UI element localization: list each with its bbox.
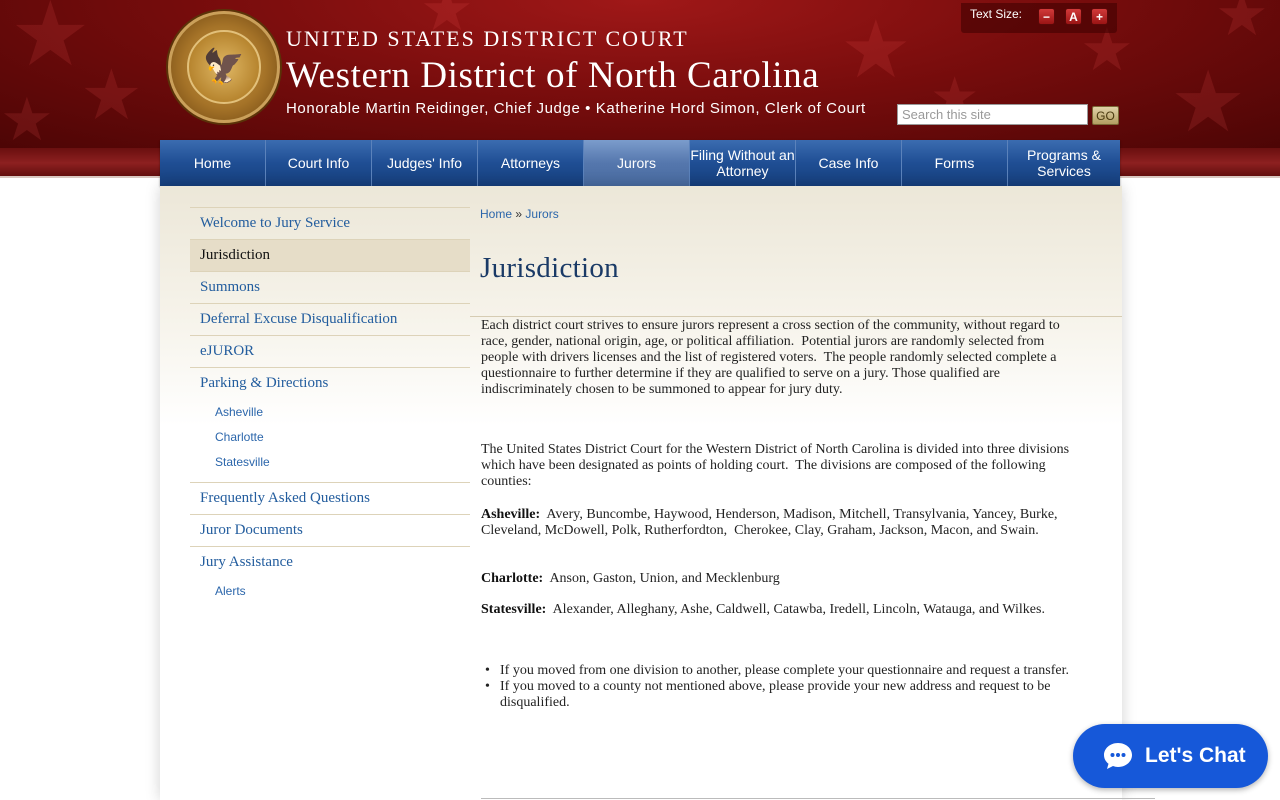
division-charlotte: Charlotte: Anson, Gaston, Union, and Mec… [481,571,1076,587]
star-decoration: ★ [10,0,91,87]
nav-case-info[interactable]: Case Info [796,140,902,186]
list-item: If you moved to a county not mentioned a… [485,679,1080,711]
sidebar-nav: Welcome to Jury Service Jurisdiction Sum… [190,207,470,611]
breadcrumb: Home » Jurors [480,207,559,221]
assistance-sublist: Alerts [190,578,470,611]
star-decoration: ★ [1215,0,1269,50]
content-divider [481,798,1155,799]
text-size-decrease-button[interactable]: − [1038,8,1055,25]
chat-bubble-icon [1104,743,1132,769]
star-decoration: ★ [1170,53,1247,148]
star-decoration: ★ [80,54,143,136]
judges-line: Honorable Martin Reidinger, Chief Judge … [286,100,866,117]
lets-chat-button[interactable]: Let's Chat [1073,724,1268,788]
district-name: Western District of North Carolina [286,55,820,96]
division-name: Charlotte: [481,571,544,586]
sidebar-item-jury-assistance[interactable]: Jury Assistance [190,546,470,578]
nav-filing-without-attorney[interactable]: Filing Without an Attorney [690,140,796,186]
sidebar-item-faq[interactable]: Frequently Asked Questions [190,482,470,514]
sidebar-item-jurisdiction[interactable]: Jurisdiction [190,239,470,271]
list-item: If you moved from one division to anothe… [485,663,1080,679]
nav-attorneys[interactable]: Attorneys [478,140,584,186]
division-statesville: Statesville: Alexander, Alleghany, Ashe,… [481,602,1076,618]
court-name: UNITED STATES DISTRICT COURT [286,26,689,51]
division-name: Statesville: [481,602,547,617]
intro-paragraph: Each district court strives to ensure ju… [481,318,1060,397]
chat-label: Let's Chat [1145,744,1246,767]
divisions-paragraph: The United States District Court for the… [481,442,1070,489]
sidebar-item-ejuror[interactable]: eJUROR [190,335,470,367]
sidebar-item-deferral[interactable]: Deferral Excuse Disqualification [190,303,470,335]
nav-jurors[interactable]: Jurors [584,140,690,186]
eagle-icon: 🦅 [187,30,261,104]
search-input[interactable] [897,104,1088,125]
division-counties: Anson, Gaston, Union, and Mecklenburg [549,571,780,586]
sidebar-item-juror-documents[interactable]: Juror Documents [190,514,470,546]
sidebar-item-parking[interactable]: Parking & Directions [190,367,470,399]
search-go-button[interactable]: GO [1092,106,1119,125]
parking-sublist: Asheville Charlotte Statesville [190,399,470,482]
nav-court-info[interactable]: Court Info [266,140,372,186]
sidebar-item-welcome[interactable]: Welcome to Jury Service [190,207,470,239]
division-name: Asheville: [481,507,541,522]
text-size-reset-button[interactable]: A [1065,8,1082,25]
nav-home[interactable]: Home [160,140,266,186]
sidebar-item-summons[interactable]: Summons [190,271,470,303]
court-seal-icon[interactable]: 🦅 [168,11,280,123]
notes-list: If you moved from one division to anothe… [485,663,1080,711]
breadcrumb-home[interactable]: Home [480,207,512,221]
nav-forms[interactable]: Forms [902,140,1008,186]
text-size-increase-button[interactable]: + [1091,8,1108,25]
text-size-control: Text Size: − A + [961,3,1117,33]
sidebar-sub-alerts[interactable]: Alerts [190,579,470,604]
division-asheville: Asheville: Avery, Buncombe, Haywood, Hen… [481,507,1076,539]
text-size-label: Text Size: [970,7,1023,21]
sidebar-sub-charlotte[interactable]: Charlotte [190,425,470,450]
page-title: Jurisdiction [480,252,619,284]
star-decoration: ★ [840,3,912,96]
sidebar-sub-statesville[interactable]: Statesville [190,450,470,475]
division-counties: Avery, Buncombe, Haywood, Henderson, Mad… [481,507,1058,538]
star-decoration: ★ [0,85,54,148]
nav-programs-services[interactable]: Programs & Services [1008,140,1120,186]
nav-judges-info[interactable]: Judges' Info [372,140,478,186]
breadcrumb-separator: » [515,207,523,221]
title-divider [470,316,1122,317]
division-counties: Alexander, Alleghany, Ashe, Caldwell, Ca… [552,602,1045,617]
main-nav: Home Court Info Judges' Info Attorneys J… [160,140,1120,186]
breadcrumb-jurors[interactable]: Jurors [525,207,558,221]
sidebar-sub-asheville[interactable]: Asheville [190,400,470,425]
